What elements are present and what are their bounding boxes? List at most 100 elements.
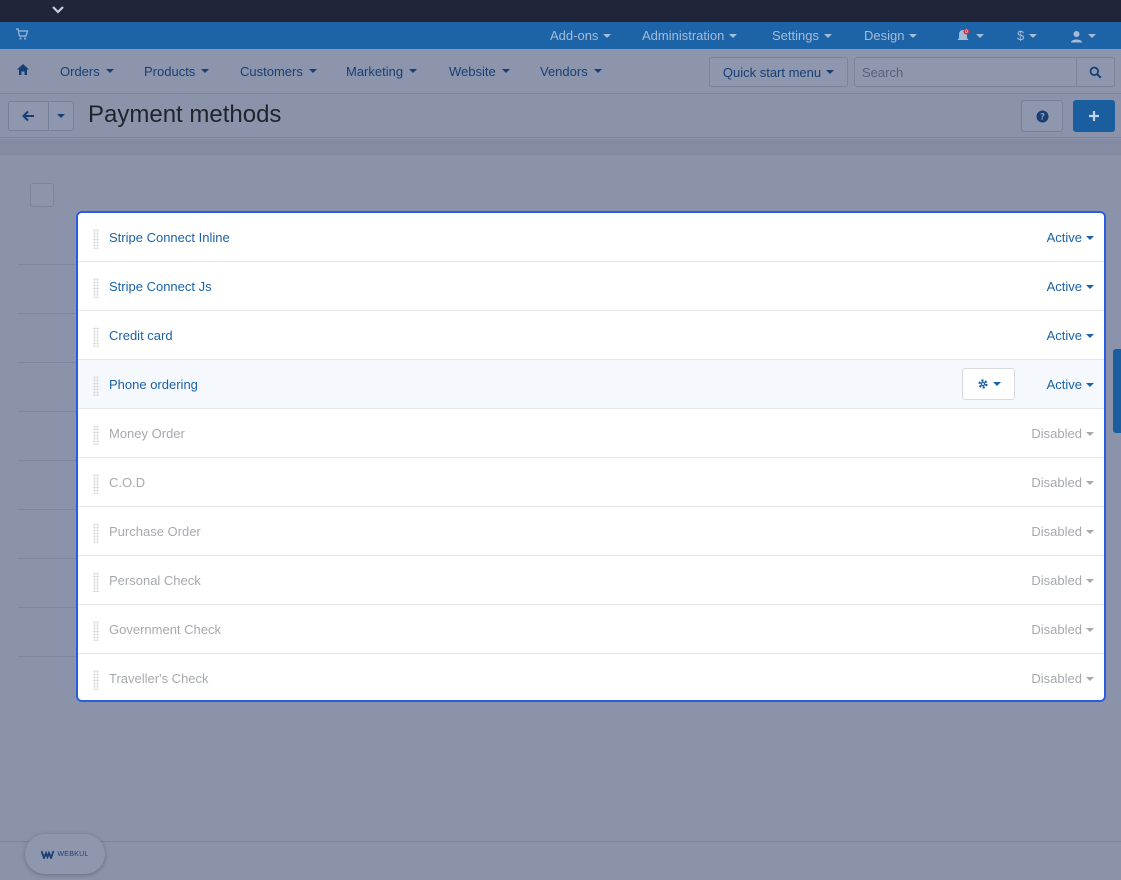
svg-text:?: ? [1039,112,1044,122]
list-item[interactable]: Personal Check Disabled [78,556,1104,605]
status-dropdown[interactable]: Disabled [1031,524,1094,540]
payment-method-name[interactable]: Traveller's Check [109,671,209,687]
drag-handle-icon[interactable] [93,425,99,445]
topbar-design[interactable]: Design [864,22,918,49]
caret-down-icon [992,382,1001,386]
main-navbar: Orders Products Customers Marketing Webs… [0,49,1121,94]
list-item[interactable]: Money Order Disabled [78,409,1104,458]
caret-down-icon [909,34,918,38]
scrollbar-thumb[interactable] [1113,349,1121,433]
list-item[interactable]: Stripe Connect Js Active [78,262,1104,311]
payment-method-name[interactable]: Phone ordering [109,377,198,393]
caret-down-icon [1086,481,1094,485]
nav-products[interactable]: Products [144,63,210,79]
caret-down-icon [57,114,65,118]
status-dropdown[interactable]: Active [1047,377,1094,393]
status-dropdown[interactable]: Disabled [1031,475,1094,491]
payment-method-name[interactable]: Credit card [109,328,173,344]
select-all-checkbox[interactable] [30,183,54,207]
nav-marketing[interactable]: Marketing [346,63,418,79]
status-dropdown[interactable]: Disabled [1031,573,1094,589]
payment-method-name[interactable]: Personal Check [109,573,201,589]
drag-handle-icon[interactable] [93,474,99,494]
caret-down-icon [729,34,738,38]
payment-method-name[interactable]: Government Check [109,622,221,638]
help-button[interactable]: ? [1021,100,1063,132]
back-button[interactable] [8,101,49,131]
drag-handle-icon[interactable] [93,621,99,641]
drag-handle-icon[interactable] [93,376,99,396]
status-dropdown[interactable]: Active [1047,230,1094,246]
payment-method-name[interactable]: Money Order [109,426,185,442]
drag-handle-icon[interactable] [93,278,99,298]
nav-customers[interactable]: Customers [240,63,317,79]
webkul-logo-icon [41,850,55,859]
list-item[interactable]: Stripe Connect Inline Active [78,213,1104,262]
caret-down-icon [1086,628,1094,632]
add-payment-method-button[interactable] [1073,100,1115,132]
search-input[interactable] [854,57,1076,87]
caret-down-icon [593,69,602,73]
drag-handle-icon[interactable] [93,572,99,592]
list-item[interactable]: Purchase Order Disabled [78,507,1104,556]
search-button[interactable] [1076,57,1115,87]
list-item[interactable]: Government Check Disabled [78,605,1104,654]
nav-website[interactable]: Website [449,63,510,79]
user-menu[interactable] [1070,22,1096,49]
chevron-down-icon[interactable] [50,2,66,18]
caret-down-icon [409,69,418,73]
payment-method-name[interactable]: Stripe Connect Inline [109,230,230,246]
status-dropdown[interactable]: Active [1047,328,1094,344]
caret-down-icon [201,69,210,73]
row-settings-button[interactable] [962,368,1015,400]
row-divider [18,656,78,657]
payment-method-name[interactable]: Purchase Order [109,524,201,540]
list-item[interactable]: Credit card Active [78,311,1104,360]
nav-vendors[interactable]: Vendors [540,63,602,79]
search-icon [1089,66,1102,79]
footer [0,841,1121,880]
topbar-administration[interactable]: Administration [642,22,738,49]
list-item[interactable]: Phone ordering Active [78,360,1104,409]
status-dropdown[interactable]: Disabled [1031,622,1094,638]
notifications-button[interactable]: 0 [955,22,984,49]
webkul-badge[interactable]: WEBKUL [25,834,105,874]
webkul-label: WEBKUL [57,850,89,858]
status-dropdown[interactable]: Disabled [1031,671,1094,687]
caret-down-icon [1086,432,1094,436]
caret-down-icon [105,69,114,73]
drag-handle-icon[interactable] [93,670,99,690]
row-divider [18,362,78,363]
toolbar-band [0,139,1121,155]
drag-handle-icon[interactable] [93,327,99,347]
row-divider [18,460,78,461]
list-item[interactable]: C.O.D Disabled [78,458,1104,507]
nav-orders[interactable]: Orders [60,63,114,79]
payment-methods-list: Stripe Connect Inline Active Stripe Conn… [76,211,1106,702]
currency-selector[interactable]: $ [1017,22,1038,49]
caret-down-icon [1086,530,1094,534]
caret-down-icon [1029,34,1038,38]
topbar-settings[interactable]: Settings [772,22,832,49]
caret-down-icon [501,69,510,73]
list-item[interactable]: Traveller's Check Disabled [78,654,1104,700]
caret-down-icon [1086,285,1094,289]
page-title: Payment methods [88,101,282,128]
topbar-addons[interactable]: Add-ons [550,22,612,49]
history-dropdown-button[interactable] [48,101,74,131]
quick-start-menu-button[interactable]: Quick start menu [709,57,848,87]
status-dropdown[interactable]: Disabled [1031,426,1094,442]
caret-down-icon [308,69,317,73]
drag-handle-icon[interactable] [93,229,99,249]
caret-down-icon [1086,677,1094,681]
status-dropdown[interactable]: Active [1047,279,1094,295]
cart-icon[interactable] [15,27,29,41]
payment-method-name[interactable]: Stripe Connect Js [109,279,212,295]
home-icon[interactable] [16,63,30,76]
drag-handle-icon[interactable] [93,523,99,543]
row-divider [18,411,78,412]
payment-method-name[interactable]: C.O.D [109,475,145,491]
row-divider [18,264,78,265]
admin-topbar: Add-ons Administration Settings Design 0… [0,22,1121,49]
user-icon [1071,30,1082,42]
